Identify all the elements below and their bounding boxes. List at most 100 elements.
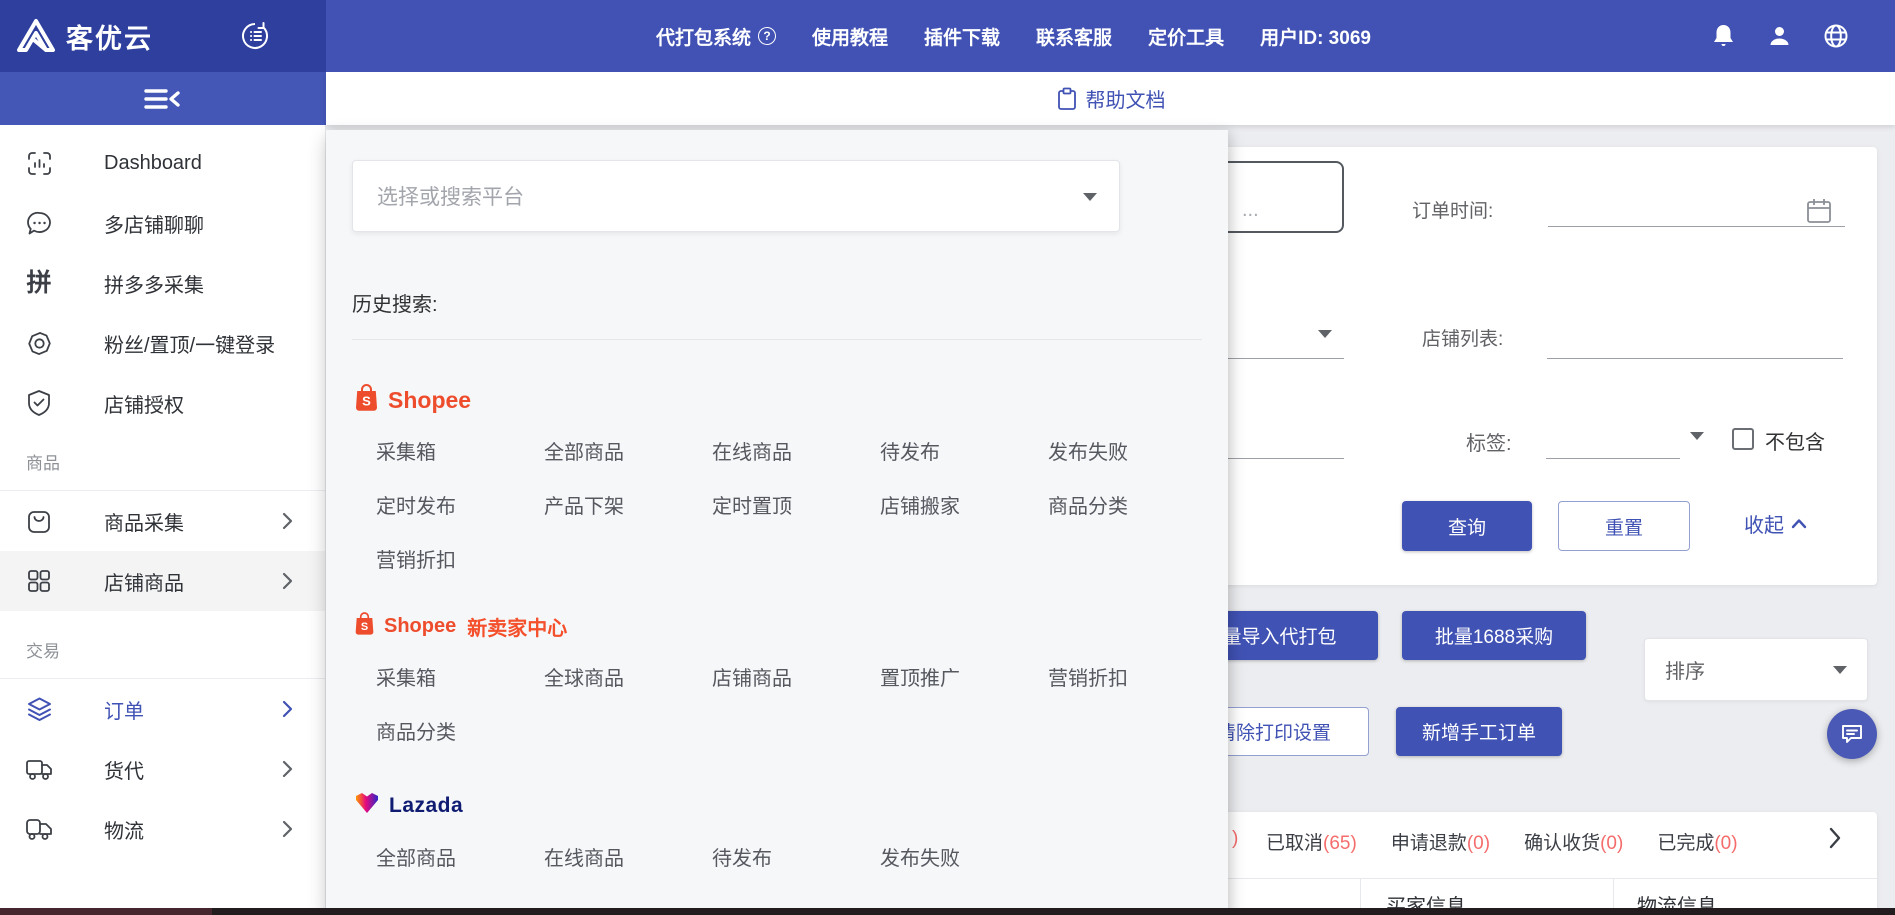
order-tab-已完成[interactable]: 已完成(0) (1657, 828, 1737, 855)
chevron-up-icon (1791, 518, 1807, 529)
sidebar-item-粉丝/置顶/一键登录[interactable]: 粉丝/置顶/一键登录 (0, 313, 325, 373)
collapse-filters-link[interactable]: 收起 (1744, 509, 1807, 538)
calendar-icon[interactable] (1806, 197, 1832, 224)
help-doc-label: 帮助文档 (1086, 84, 1166, 113)
globe-icon[interactable] (1823, 23, 1849, 49)
platform-link-店铺搬家[interactable]: 店铺搬家 (880, 480, 1048, 534)
nav-item-2[interactable]: 插件下载 (924, 23, 1000, 50)
sidebar-item-物流[interactable]: 物流 (0, 799, 325, 859)
platform-link-全球商品[interactable]: 全球商品 (544, 652, 712, 706)
sort-dropdown[interactable]: 排序 (1644, 638, 1868, 701)
sidebar-item-Dashboard[interactable]: Dashboard (0, 133, 325, 193)
bell-icon[interactable] (1711, 23, 1736, 50)
order-tab-已取消[interactable]: 已取消(65) (1266, 828, 1357, 855)
sidebar-item-店铺商品[interactable]: 店铺商品 (0, 551, 325, 611)
platform-link-发布失败[interactable]: 发布失败 (1048, 426, 1216, 480)
truck-icon (22, 756, 56, 782)
sidebar-item-货代[interactable]: 货代 (0, 739, 325, 799)
chat-fab-button[interactable] (1827, 709, 1877, 759)
new-manual-order-button[interactable]: 新增手工订单 (1396, 707, 1562, 756)
nav-item-3[interactable]: 联系客服 (1036, 23, 1112, 50)
svg-text:S: S (362, 394, 371, 409)
order-tab-申请退款[interactable]: 申请退款(0) (1391, 828, 1490, 855)
platform-link-在线商品[interactable]: 在线商品 (544, 832, 712, 886)
not-include-checkbox[interactable] (1732, 428, 1754, 450)
platform-link-营销折扣[interactable]: 营销折扣 (376, 534, 544, 588)
chevron-right-icon (282, 760, 293, 778)
sidebar-section-交易: 交易 (0, 621, 325, 679)
order-tab-label: 确认收货 (1524, 833, 1600, 854)
sidebar-item-订单[interactable]: 订单 (0, 679, 325, 739)
help-doc-link[interactable]: 帮助文档 (1056, 84, 1166, 113)
platform-link-置顶推广[interactable]: 置顶推广 (880, 652, 1048, 706)
order-tab-partial[interactable]: ) (1232, 828, 1238, 850)
tag-select-caret[interactable] (1690, 432, 1704, 440)
sidebar-item-多店铺聊聊[interactable]: 多店铺聊聊 (0, 193, 325, 253)
platform-link-产品下架[interactable]: 产品下架 (544, 480, 712, 534)
sidebar-collapse-strip[interactable] (0, 72, 326, 125)
platform-link-待发布[interactable]: 待发布 (712, 832, 880, 886)
lazada-wordmark: Lazada (389, 794, 463, 818)
platform-link-商品分类[interactable]: 商品分类 (376, 706, 544, 760)
help-circle-icon: ? (758, 27, 776, 45)
brand-logo-icon (16, 18, 56, 54)
shopee-seller-center-logo: SShopee新卖家中心 (354, 610, 1228, 642)
platform-link-采集箱[interactable]: 采集箱 (376, 652, 544, 706)
tag-select-input[interactable] (1546, 458, 1680, 459)
collapse-menu-icon (144, 87, 182, 111)
shopee-bag-icon: S (354, 383, 379, 417)
platform-link-在线商品[interactable]: 在线商品 (712, 426, 880, 480)
bottom-edge-strip (0, 908, 1895, 915)
platform-link-定时置顶[interactable]: 定时置顶 (712, 480, 880, 534)
history-divider (352, 339, 1202, 340)
chevron-right-icon (282, 512, 293, 530)
nav-item-1[interactable]: 使用教程 (812, 23, 888, 50)
chevron-right-icon (282, 820, 293, 838)
seller-center-wordmark: 新卖家中心 (467, 612, 567, 641)
reset-button[interactable]: 重置 (1558, 501, 1690, 551)
platform-select[interactable]: 选择或搜索平台 (352, 160, 1120, 232)
brand-name: 客优云 (66, 17, 153, 56)
lazada-logo: Lazada (354, 790, 1228, 822)
tag-label: 标签: (1466, 427, 1512, 456)
user-icon[interactable] (1767, 24, 1792, 49)
nav-item-0[interactable]: 代打包系统? (656, 23, 776, 50)
platform-link-全部商品[interactable]: 全部商品 (544, 426, 712, 480)
layers-icon (22, 696, 56, 723)
platform-link-待发布[interactable]: 待发布 (880, 426, 1048, 480)
sidebar-item-label: Dashboard (104, 152, 202, 175)
nav-item-label: 联系客服 (1036, 23, 1112, 50)
platform-link-营销折扣[interactable]: 营销折扣 (1048, 652, 1216, 706)
shopee-links: 采集箱全部商品在线商品待发布发布失败定时发布产品下架定时置顶店铺搬家商品分类营销… (376, 426, 1226, 588)
sort-caret-icon (1833, 666, 1847, 674)
shop-list-input[interactable] (1547, 358, 1843, 359)
nav-item-4[interactable]: 定价工具 (1148, 23, 1224, 50)
batch-1688-purchase-button[interactable]: 批量1688采购 (1402, 611, 1586, 660)
user-id-label: 用户ID: 3069 (1260, 23, 1371, 50)
platform-link-采集箱[interactable]: 采集箱 (376, 426, 544, 480)
hidden-select-caret[interactable] (1318, 330, 1332, 338)
tabs-chevron-right-icon[interactable] (1828, 827, 1842, 849)
platform-link-商品分类[interactable]: 商品分类 (1048, 480, 1216, 534)
select-caret-icon (1083, 193, 1097, 201)
order-tab-label: 申请退款 (1391, 833, 1467, 854)
order-tab-确认收货[interactable]: 确认收货(0) (1524, 828, 1623, 855)
sidebar-section-商品: 商品 (0, 433, 325, 491)
platform-select-placeholder: 选择或搜索平台 (377, 181, 524, 211)
apps-menu-icon[interactable] (240, 21, 270, 51)
sidebar-item-拼多多采集[interactable]: 拼拼多多采集 (0, 253, 325, 313)
platform-link-发布失败[interactable]: 发布失败 (880, 832, 1048, 886)
platform-link-全部商品[interactable]: 全部商品 (376, 832, 544, 886)
truck2-icon (22, 816, 56, 842)
nav-item-label: 代打包系统 (656, 23, 751, 50)
order-tab-count: (65) (1323, 833, 1357, 854)
sidebar-item-label: 粉丝/置顶/一键登录 (104, 329, 275, 358)
order-time-input[interactable] (1548, 226, 1845, 227)
order-tab-count: (0) (1714, 833, 1737, 854)
sidebar-item-商品采集[interactable]: 商品采集 (0, 491, 325, 551)
sidebar-item-店铺授权[interactable]: 店铺授权 (0, 373, 325, 433)
platform-link-店铺商品[interactable]: 店铺商品 (712, 652, 880, 706)
query-button[interactable]: 查询 (1402, 501, 1532, 551)
history-search-label: 历史搜索: (352, 288, 1228, 317)
platform-link-定时发布[interactable]: 定时发布 (376, 480, 544, 534)
